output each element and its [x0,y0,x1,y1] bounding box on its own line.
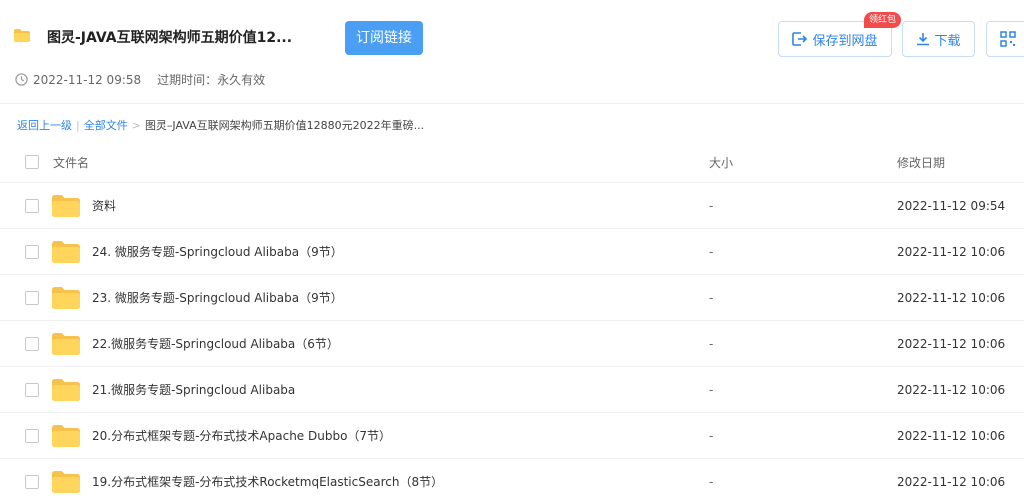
row-checkbox[interactable] [25,244,39,259]
breadcrumb-separator: > [131,118,141,132]
file-name-link[interactable]: 22.微服务专题-Springcloud Alibaba（6节） [92,335,339,352]
expire-time: 过期时间：永久有效 [157,73,266,87]
save-button-label: 保存到网盘 [812,33,878,49]
row-checkbox[interactable] [25,336,39,351]
folder-icon [52,194,80,217]
file-size: - [709,428,714,443]
column-header-size[interactable]: 大小 [709,154,733,171]
row-checkbox[interactable] [25,474,39,489]
row-checkbox[interactable] [25,428,39,443]
file-size: - [709,198,714,213]
file-modified-date: 2022-11-12 10:06 [897,428,1006,443]
file-size: - [709,290,714,305]
row-checkbox[interactable] [25,382,39,397]
file-modified-date: 2022-11-12 10:06 [897,290,1006,305]
file-size: - [709,244,714,259]
file-size: - [709,382,714,397]
save-icon [792,32,808,46]
file-modified-date: 2022-11-12 10:06 [897,336,1006,351]
file-modified-date: 2022-11-12 10:06 [897,474,1006,489]
breadcrumb-current: 图灵–JAVA互联网架构师五期价值12880元2022年重磅... [144,119,425,132]
folder-icon [52,332,80,355]
table-row[interactable]: 22.微服务专题-Springcloud Alibaba（6节） - 2022-11… [0,321,1024,367]
file-table: 文件名 大小 修改日期 资料 - 2022-11-12 09:54 24. 微服务专题… [0,142,1024,500]
file-modified-date: 2022-11-12 09:54 [897,198,1006,213]
folder-icon [52,378,80,401]
file-modified-date: 2022-11-12 10:06 [897,244,1006,259]
folder-icon [52,240,80,263]
share-meta: 2022-11-12 09:58 过期时间：永久有效 [15,71,265,88]
created-time: 2022-11-12 09:58 [33,72,142,87]
more-button[interactable] [986,21,1024,57]
row-checkbox[interactable] [25,290,39,305]
breadcrumb: 返回上一级 | 全部文件 > 图灵–JAVA互联网架构师五期价值12880元20… [17,117,424,133]
download-icon [917,33,930,46]
table-header: 文件名 大小 修改日期 [0,142,1024,183]
column-header-date[interactable]: 修改日期 [897,154,945,171]
column-header-name[interactable]: 文件名 [53,154,89,171]
file-size: - [709,474,714,489]
row-checkbox[interactable] [25,198,39,213]
file-name-link[interactable]: 资料 [92,197,116,214]
file-name-link[interactable]: 21.微服务专题-Springcloud Alibaba [92,381,295,398]
table-row[interactable]: 23. 微服务专题-Springcloud Alibaba（9节） - 2022-1… [0,275,1024,321]
file-name-link[interactable]: 24. 微服务专题-Springcloud Alibaba（9节） [92,243,343,260]
clock-icon [15,73,28,86]
table-row[interactable]: 20.分布式框架专题-分布式技术Apache Dubbo（7节） - 2022-11… [0,413,1024,459]
folder-icon [14,29,30,42]
file-size: - [709,336,714,351]
table-row[interactable]: 21.微服务专题-Springcloud Alibaba - 2022-11-12 … [0,367,1024,413]
table-row[interactable]: 资料 - 2022-11-12 09:54 [0,183,1024,229]
qrcode-icon [1000,31,1016,47]
file-name-link[interactable]: 23. 微服务专题-Springcloud Alibaba（9节） [92,289,343,306]
download-button-label: 下载 [934,33,961,49]
share-title: 图灵-JAVA互联网架构师五期价值12... [47,30,293,46]
table-row[interactable]: 24. 微服务专题-Springcloud Alibaba（9节） - 2022-1… [0,229,1024,275]
subscribe-link-button[interactable]: 订阅链接 [345,21,423,55]
red-packet-badge[interactable]: 领红包 [864,12,902,28]
file-name-link[interactable]: 19.分布式框架专题-分布式技术RocketmqElasticSearch（8节… [92,473,443,490]
file-modified-date: 2022-11-12 10:06 [897,382,1006,397]
share-header: 图灵-JAVA互联网架构师五期价值12... 订阅链接 2022-11-12 0… [0,0,1024,104]
select-all-checkbox[interactable] [25,155,39,169]
breadcrumb-all-files-link[interactable]: 全部文件 [84,117,128,133]
folder-icon [52,470,80,493]
folder-icon [52,424,80,447]
breadcrumb-divider: | [76,118,80,132]
table-row[interactable]: 19.分布式框架专题-分布式技术RocketmqElasticSearch（8节… [0,459,1024,500]
download-button[interactable]: 下载 [902,21,975,57]
file-name-link[interactable]: 20.分布式框架专题-分布式技术Apache Dubbo（7节） [92,427,391,444]
breadcrumb-back-link[interactable]: 返回上一级 [17,117,72,133]
folder-icon [52,286,80,309]
